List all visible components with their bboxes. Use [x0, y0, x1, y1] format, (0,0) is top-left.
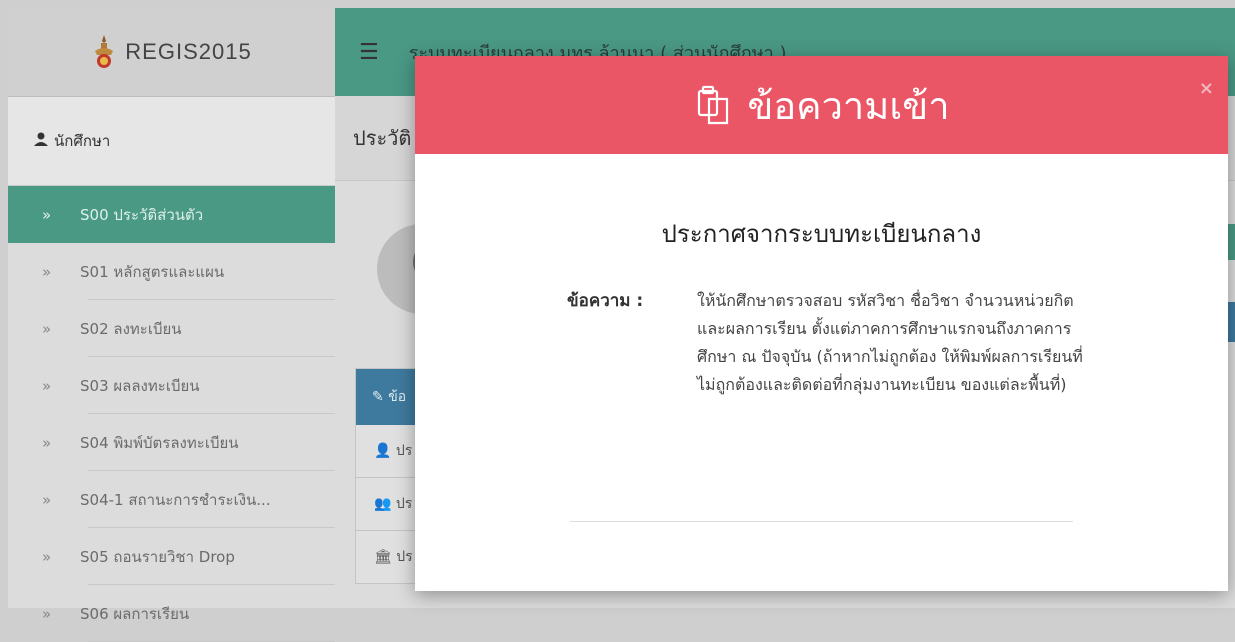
- double-chevron-icon: »: [42, 262, 52, 281]
- card-title: ข้อ: [388, 389, 407, 405]
- sidebar-item-label: S04 พิมพ์บัตรลงทะเบียน: [80, 433, 239, 452]
- sidebar-item-s05[interactable]: » S05 ถอนรายวิชา Drop: [8, 528, 335, 585]
- menu-toggle-icon[interactable]: ☰: [359, 40, 379, 65]
- sidebar-item-label: S05 ถอนรายวิชา Drop: [80, 547, 235, 566]
- modal-header: ข้อความเข้า ×: [415, 56, 1228, 154]
- double-chevron-icon: »: [42, 547, 52, 566]
- sidebar: REGIS2015 นักศึกษา » S00 ประวัติส่วนตัว »…: [8, 8, 335, 642]
- divider: [570, 521, 1073, 522]
- sidebar-item-label: S02 ลงทะเบียน: [80, 319, 182, 338]
- sidebar-item-s04[interactable]: » S04 พิมพ์บัตรลงทะเบียน: [8, 414, 335, 471]
- sidebar-item-s02[interactable]: » S02 ลงทะเบียน: [8, 300, 335, 357]
- card-row-label: ปร: [395, 443, 413, 459]
- user-icon: [34, 132, 48, 150]
- brand-name: REGIS2015: [125, 39, 252, 64]
- sidebar-item-s01[interactable]: » S01 หลักสูตรและแผน: [8, 243, 335, 300]
- sidebar-item-label: S03 ผลลงทะเบียน: [80, 376, 200, 395]
- double-chevron-icon: »: [42, 490, 52, 509]
- sidebar-item-s03[interactable]: » S03 ผลลงทะเบียน: [8, 357, 335, 414]
- sidebar-item-label: S00 ประวัติส่วนตัว: [80, 205, 204, 224]
- sidebar-item-label: S06 ผลการเรียน: [80, 604, 190, 623]
- user-icon: 👤: [374, 443, 396, 459]
- sidebar-item-label: S01 หลักสูตรและแผน: [80, 262, 225, 281]
- double-chevron-icon: »: [42, 433, 52, 452]
- edit-icon: ✎: [372, 389, 389, 405]
- bank-icon: 🏛: [374, 549, 397, 565]
- sidebar-item-s04-1[interactable]: » S04-1 สถานะการชำระเงิน...: [8, 471, 335, 528]
- sidebar-item-s06[interactable]: » S06 ผลการเรียน: [8, 585, 335, 642]
- card-row-label: ปร: [395, 496, 413, 512]
- double-chevron-icon: »: [42, 319, 52, 338]
- sidebar-item-s00[interactable]: » S00 ประวัติส่วนตัว: [8, 186, 335, 243]
- message-modal: ข้อความเข้า × ประกาศจากระบบทะเบียนกลาง ข…: [415, 56, 1228, 591]
- message-text: ให้นักศึกษาตรวจสอบ รหัสวิชา ชื่อวิชา จำน…: [697, 291, 1083, 394]
- announcement-title: ประกาศจากระบบทะเบียนกลาง: [661, 220, 982, 248]
- sidebar-item-label: S04-1 สถานะการชำระเงิน...: [80, 490, 271, 509]
- message-row: ข้อความ : ให้นักศึกษาตรวจสอบ รหัสวิชา ชื…: [415, 287, 1228, 399]
- logo-icon: [95, 35, 114, 68]
- double-chevron-icon: »: [42, 604, 52, 623]
- user-section[interactable]: นักศึกษา: [8, 97, 335, 186]
- message-label: ข้อความ :: [567, 291, 644, 311]
- double-chevron-icon: »: [42, 376, 52, 395]
- card-row-label: ปร: [396, 549, 413, 565]
- users-icon: 👥: [374, 496, 396, 512]
- double-chevron-icon: »: [42, 205, 52, 224]
- user-label: นักศึกษา: [54, 132, 111, 150]
- sidebar-menu: » S00 ประวัติส่วนตัว » S01 หลักสูตรและแผน …: [8, 186, 335, 642]
- modal-body: ประกาศจากระบบทะเบียนกลาง ข้อความ : ให้นั…: [415, 214, 1228, 399]
- clipboard-icon: [698, 85, 729, 125]
- modal-title: ข้อความเข้า: [747, 83, 950, 128]
- brand[interactable]: REGIS2015: [8, 8, 335, 97]
- close-button[interactable]: ×: [1199, 78, 1214, 99]
